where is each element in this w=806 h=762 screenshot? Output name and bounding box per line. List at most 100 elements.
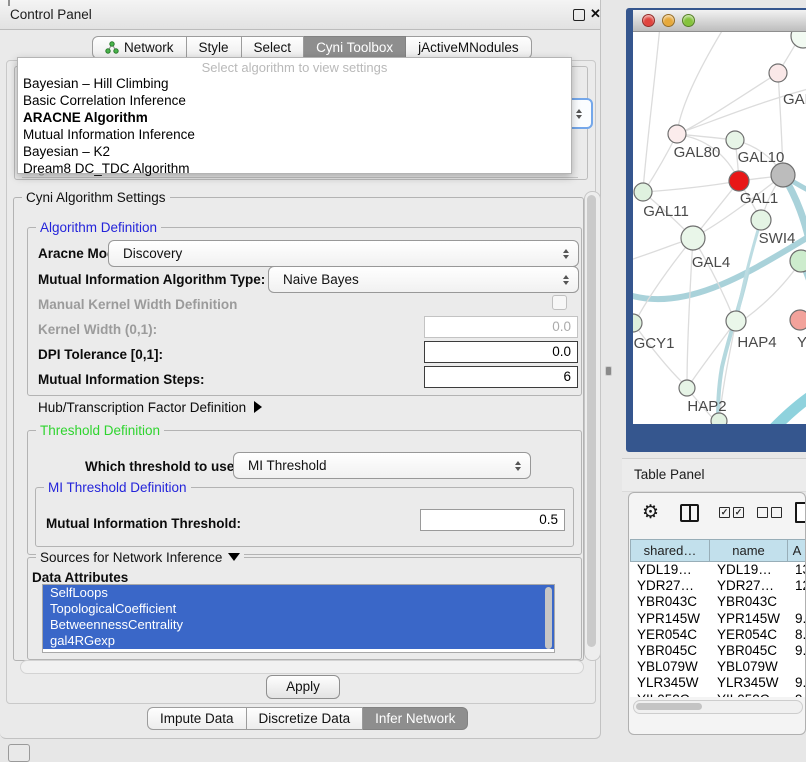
split-pane-grip[interactable] [606, 367, 611, 375]
which-threshold-combo[interactable]: MI Threshold [233, 452, 531, 479]
network-node-HAP2[interactable] [679, 380, 695, 396]
zoom-traffic-light[interactable] [682, 14, 695, 27]
attribute-list-item[interactable]: TopologicalCoefficient [43, 601, 554, 617]
network-node-GAL1[interactable] [729, 171, 749, 191]
collapsed-panel-button[interactable] [8, 744, 30, 762]
network-node[interactable] [771, 163, 795, 187]
network-edge[interactable] [634, 324, 685, 385]
algorithm-option[interactable]: Mutual Information Inference [18, 126, 571, 143]
network-node[interactable] [711, 413, 727, 424]
tab-infer-network[interactable]: Infer Network [363, 707, 468, 730]
network-node-Y[interactable] [790, 310, 806, 330]
network-node[interactable] [769, 64, 787, 82]
algorithm-option[interactable]: Basic Correlation Inference [18, 92, 571, 109]
deselect-all-checkbox-icon-2[interactable] [771, 507, 782, 518]
mi-steps-field[interactable]: 6 [424, 366, 578, 388]
threshold-definition-title: Threshold Definition [36, 423, 164, 438]
table-row[interactable]: YPR145WYPR145W9. [630, 611, 806, 627]
algorithm-option[interactable]: Bayesian – K2 [18, 143, 571, 160]
attribute-list-item[interactable]: SelfLoops [43, 585, 554, 601]
column-header-clipped[interactable]: A [788, 539, 806, 562]
close-traffic-light[interactable] [642, 14, 655, 27]
tab-network[interactable]: Network [92, 36, 187, 59]
table-row[interactable]: YBR043CYBR043C [630, 594, 806, 610]
table-row[interactable]: YER054CYER054C8. [630, 627, 806, 643]
attribute-list-item[interactable]: gal4RGexp [43, 633, 554, 649]
horizontal-scrollbar[interactable] [20, 660, 584, 674]
network-window-titlebar[interactable] [633, 10, 806, 32]
list-scrollbar-thumb[interactable] [545, 587, 552, 649]
network-canvas[interactable]: GAL80GAL10GAL1GAL11SWI4GAL4GCY1HAP4YHAP2… [633, 32, 806, 424]
column-layout-icon[interactable] [680, 504, 699, 522]
table-cell: YBL079W [710, 659, 788, 675]
table-row[interactable]: YIL052CYIL052C9. [630, 692, 806, 698]
network-node-GAL10[interactable] [726, 131, 744, 149]
sources-group-title[interactable]: Sources for Network Inference [36, 550, 244, 565]
aracne-mode-combo[interactable]: Discovery [108, 240, 579, 267]
network-edge[interactable] [644, 181, 739, 192]
deselect-all-checkbox-icon[interactable] [757, 507, 768, 518]
tab-impute-data[interactable]: Impute Data [147, 707, 247, 730]
tab-select[interactable]: Select [242, 36, 305, 59]
mi-threshold-field[interactable]: 0.5 [420, 509, 565, 531]
table-horizontal-scrollbar[interactable] [633, 700, 803, 714]
settings-gear-icon[interactable]: ⚙ [642, 501, 659, 524]
column-header-shared-name[interactable]: shared… [630, 539, 710, 562]
table-row[interactable]: YBL079WYBL079W [630, 659, 806, 675]
table-row[interactable]: YLR345WYLR345W9. [630, 675, 806, 691]
table-row[interactable]: YBR045CYBR045C9. [630, 643, 806, 659]
node-label: GAL4 [692, 254, 730, 271]
scrollbar-thumb[interactable] [636, 703, 702, 710]
column-header-name[interactable]: name [710, 539, 788, 562]
network-node-GAL4[interactable] [681, 226, 705, 250]
network-graph[interactable]: GAL80GAL10GAL1GAL11SWI4GAL4GCY1HAP4YHAP2… [633, 32, 806, 424]
float-window-icon[interactable] [573, 9, 585, 21]
table-cell: YDL19… [710, 562, 788, 578]
network-edge[interactable] [690, 321, 736, 384]
algorithm-option[interactable]: Bayesian – Hill Climbing [18, 75, 571, 92]
mi-type-combo[interactable]: Naive Bayes [268, 266, 579, 293]
export-table-icon[interactable] [795, 502, 806, 523]
combo-arrows-icon [563, 249, 578, 259]
network-edge[interactable] [643, 32, 660, 190]
combo-down-arrow-icon [576, 115, 582, 119]
minimize-traffic-light[interactable] [662, 14, 675, 27]
network-edge[interactable] [645, 134, 677, 190]
network-node[interactable] [791, 32, 806, 48]
tab-jactivemnodules[interactable]: jActiveMNodules [406, 36, 532, 59]
attribute-list-item[interactable]: BetweennessCentrality [43, 617, 554, 633]
scrollbar-thumb[interactable] [587, 195, 596, 647]
select-all-checkbox-icon[interactable]: ✓ [719, 507, 730, 518]
network-node[interactable] [790, 250, 806, 272]
network-edge[interactable] [635, 238, 693, 322]
node-label: Y [797, 334, 806, 351]
hub-definition-expander[interactable]: Hub/Transcription Factor Definition [38, 400, 262, 415]
close-icon[interactable]: ✕ [590, 6, 601, 22]
algorithm-option[interactable]: Dream8 DC_TDC Algorithm [18, 160, 571, 177]
table-cell: 8. [788, 627, 806, 643]
network-node-GCY1[interactable] [633, 314, 642, 332]
kernel-width-field[interactable]: 0.0 [424, 316, 578, 338]
dpi-tolerance-field[interactable]: 0.0 [424, 341, 578, 363]
table-body[interactable]: YDL19…YDL19…13YDR27…YDR27…12YBR043CYBR04… [630, 562, 806, 697]
network-node-SWI4[interactable] [751, 210, 771, 230]
algorithm-dropdown-hint: Select algorithm to view settings [18, 60, 571, 75]
data-attributes-list[interactable]: SelfLoopsTopologicalCoefficientBetweenne… [42, 584, 555, 653]
manual-kernel-checkbox[interactable] [552, 295, 567, 310]
apply-button[interactable]: Apply [266, 675, 340, 699]
tab-cyni-toolbox[interactable]: Cyni Toolbox [304, 36, 406, 59]
network-node-HAP4[interactable] [726, 311, 746, 331]
settings-vertical-scrollbar[interactable] [584, 191, 601, 661]
table-row[interactable]: YDL19…YDL19…13 [630, 562, 806, 578]
network-edge[interactable] [766, 394, 806, 424]
algorithm-option[interactable]: ARACNE Algorithm [18, 109, 571, 126]
node-label: GAL [783, 91, 806, 108]
algorithm-options: Bayesian – Hill ClimbingBasic Correlatio… [18, 75, 571, 177]
network-node-GAL80[interactable] [668, 125, 686, 143]
tab-discretize-data[interactable]: Discretize Data [247, 707, 364, 730]
tab-style[interactable]: Style [187, 36, 242, 59]
algorithm-definition-title: Algorithm Definition [36, 220, 161, 235]
network-node-GAL11[interactable] [634, 183, 652, 201]
select-all-checkbox-icon-2[interactable]: ✓ [733, 507, 744, 518]
table-row[interactable]: YDR27…YDR27…12 [630, 578, 806, 594]
